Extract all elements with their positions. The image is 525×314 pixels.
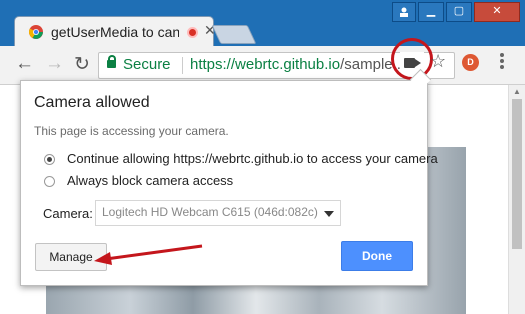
tab-title: getUserMedia to canv [51, 24, 179, 40]
url-host: https://webrtc.github.io [190, 56, 341, 73]
annotation-circle [391, 38, 433, 80]
url-text[interactable]: https://webrtc.github.io/sample... [190, 56, 405, 73]
window-close-button[interactable]: ✕ [474, 2, 520, 22]
minimize-button[interactable]: ▁ [418, 2, 444, 22]
radio-continue-allowing[interactable] [44, 154, 55, 165]
camera-select-label: Camera: [43, 206, 93, 221]
window-titlebar: getUserMedia to canv ✕ ▁ ▢ ✕ [0, 0, 525, 49]
recording-dot-icon [187, 27, 198, 38]
radio-label-block[interactable]: Always block camera access [67, 173, 233, 188]
scroll-thumb[interactable] [512, 99, 522, 249]
star-icon[interactable]: ☆ [430, 51, 446, 72]
scroll-up-icon[interactable]: ▲ [513, 87, 521, 96]
omnibox-separator [182, 57, 183, 74]
extension-icon[interactable]: D [462, 54, 479, 71]
camera-select[interactable]: Logitech HD Webcam C615 (046d:082c) [95, 200, 341, 226]
scrollbar[interactable]: ▲ [508, 85, 525, 314]
bubble-description: This page is accessing your camera. [34, 124, 229, 138]
radio-always-block[interactable] [44, 176, 55, 187]
chrome-favicon [29, 25, 43, 39]
annotation-arrow [94, 244, 203, 265]
radio-label-continue[interactable]: Continue allowing https://webrtc.github.… [67, 151, 438, 166]
chevron-down-icon [324, 211, 334, 217]
bubble-title: Camera allowed [34, 94, 150, 111]
camera-permission-bubble: Camera allowed This page is accessing yo… [20, 68, 438, 286]
done-button[interactable]: Done [341, 241, 413, 271]
profile-button[interactable] [392, 2, 416, 22]
secure-label[interactable]: Secure [123, 56, 171, 73]
profile-icon [400, 7, 408, 17]
back-icon[interactable]: ← [15, 53, 34, 75]
reload-icon[interactable]: ↻ [74, 53, 90, 76]
maximize-button[interactable]: ▢ [446, 2, 472, 22]
lock-icon [107, 55, 116, 68]
forward-icon[interactable]: → [45, 53, 64, 75]
menu-icon[interactable] [500, 53, 504, 71]
browser-tab[interactable]: getUserMedia to canv ✕ [14, 16, 216, 49]
camera-select-value: Logitech HD Webcam C615 (046d:082c) [102, 205, 318, 219]
new-tab-button[interactable] [211, 25, 257, 44]
